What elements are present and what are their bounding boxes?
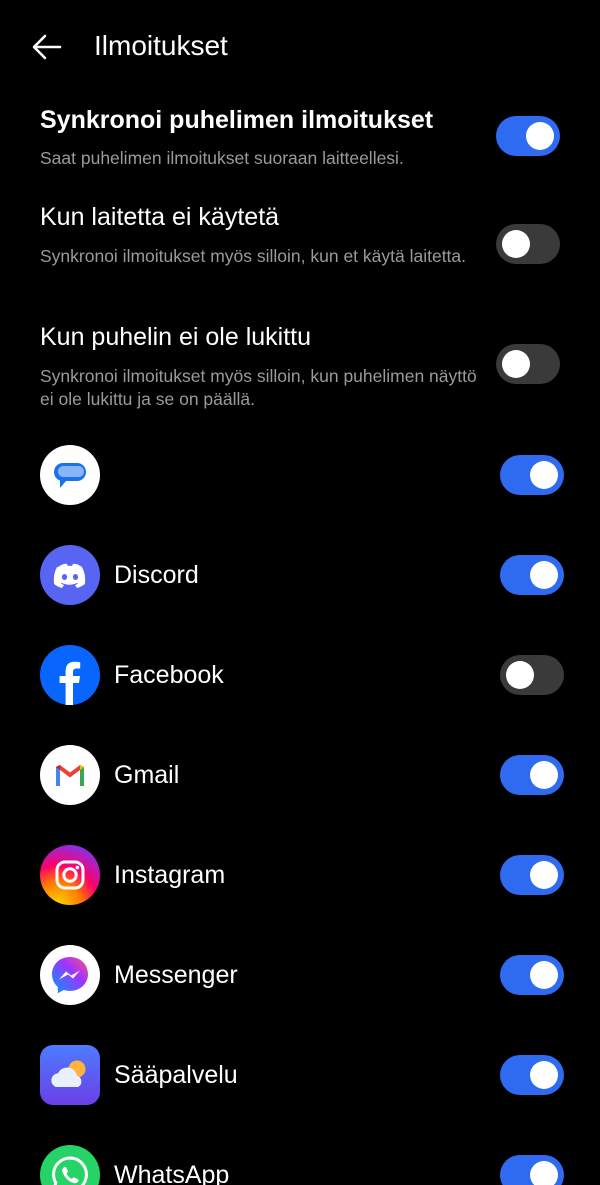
- toggle-knob: [530, 561, 558, 589]
- app-name: Sääpalvelu: [114, 1061, 238, 1089]
- whatsapp-icon: [40, 1145, 100, 1185]
- app-bar: Ilmoitukset: [0, 0, 600, 92]
- toggle-knob: [530, 461, 558, 489]
- setting-title: Kun puhelin ei ole lukittu: [40, 323, 312, 351]
- app-name: Gmail: [114, 761, 180, 789]
- setting-sync-phone-notifications: Synkronoi puhelimen ilmoitukset Saat puh…: [0, 100, 600, 180]
- toggle-knob: [530, 961, 558, 989]
- messenger-icon: [40, 945, 100, 1005]
- toggle-knob: [506, 661, 534, 689]
- toggle-knob: [502, 230, 530, 258]
- setting-when-device-not-used: Kun laitetta ei käytetä Synkronoi ilmoit…: [0, 196, 600, 296]
- toggle-knob: [530, 761, 558, 789]
- setting-when-phone-unlocked: Kun puhelin ei ole lukittu Synkronoi ilm…: [0, 316, 600, 416]
- instagram-icon: [40, 845, 100, 905]
- toggle-knob: [530, 861, 558, 889]
- messages-toggle[interactable]: [500, 455, 564, 495]
- toggle-knob: [530, 1061, 558, 1089]
- setting-title: Synkronoi puhelimen ilmoitukset: [40, 106, 434, 134]
- app-row-messages: [0, 425, 600, 525]
- messenger-toggle[interactable]: [500, 955, 564, 995]
- app-row-messenger: Messenger: [0, 925, 600, 1025]
- toggle-knob: [502, 350, 530, 378]
- app-row-discord: Discord: [0, 525, 600, 625]
- messages-icon: [40, 445, 100, 505]
- discord-icon: [40, 545, 100, 605]
- setting-description: Saat puhelimen ilmoitukset suoraan laitt…: [40, 148, 404, 168]
- setting-description: Synkronoi ilmoitukset myös silloin, kun …: [40, 246, 467, 266]
- app-row-whatsapp: WhatsApp: [0, 1125, 600, 1185]
- sync-phone-notifications-toggle[interactable]: [496, 116, 560, 156]
- app-row-facebook: Facebook: [0, 625, 600, 725]
- back-arrow-icon[interactable]: [28, 28, 66, 66]
- app-name: Facebook: [114, 661, 224, 689]
- app-name: Messenger: [114, 961, 238, 989]
- gmail-icon: [40, 745, 100, 805]
- setting-description: Synkronoi ilmoitukset myös silloin, kun …: [40, 366, 477, 409]
- facebook-toggle[interactable]: [500, 655, 564, 695]
- app-name: WhatsApp: [114, 1161, 230, 1185]
- instagram-toggle[interactable]: [500, 855, 564, 895]
- app-row-instagram: Instagram: [0, 825, 600, 925]
- discord-toggle[interactable]: [500, 555, 564, 595]
- toggle-knob: [530, 1161, 558, 1185]
- app-name: Instagram: [114, 861, 226, 889]
- when-device-not-used-toggle[interactable]: [496, 224, 560, 264]
- app-row-gmail: Gmail: [0, 725, 600, 825]
- weather-toggle[interactable]: [500, 1055, 564, 1095]
- weather-icon: [40, 1045, 100, 1105]
- whatsapp-toggle[interactable]: [500, 1155, 564, 1185]
- setting-title: Kun laitetta ei käytetä: [40, 203, 280, 231]
- page-title: Ilmoitukset: [94, 30, 228, 61]
- facebook-icon: [40, 645, 100, 705]
- app-name: Discord: [114, 561, 199, 589]
- when-phone-unlocked-toggle[interactable]: [496, 344, 560, 384]
- toggle-knob: [526, 122, 554, 150]
- gmail-toggle[interactable]: [500, 755, 564, 795]
- app-row-weather: Sääpalvelu: [0, 1025, 600, 1125]
